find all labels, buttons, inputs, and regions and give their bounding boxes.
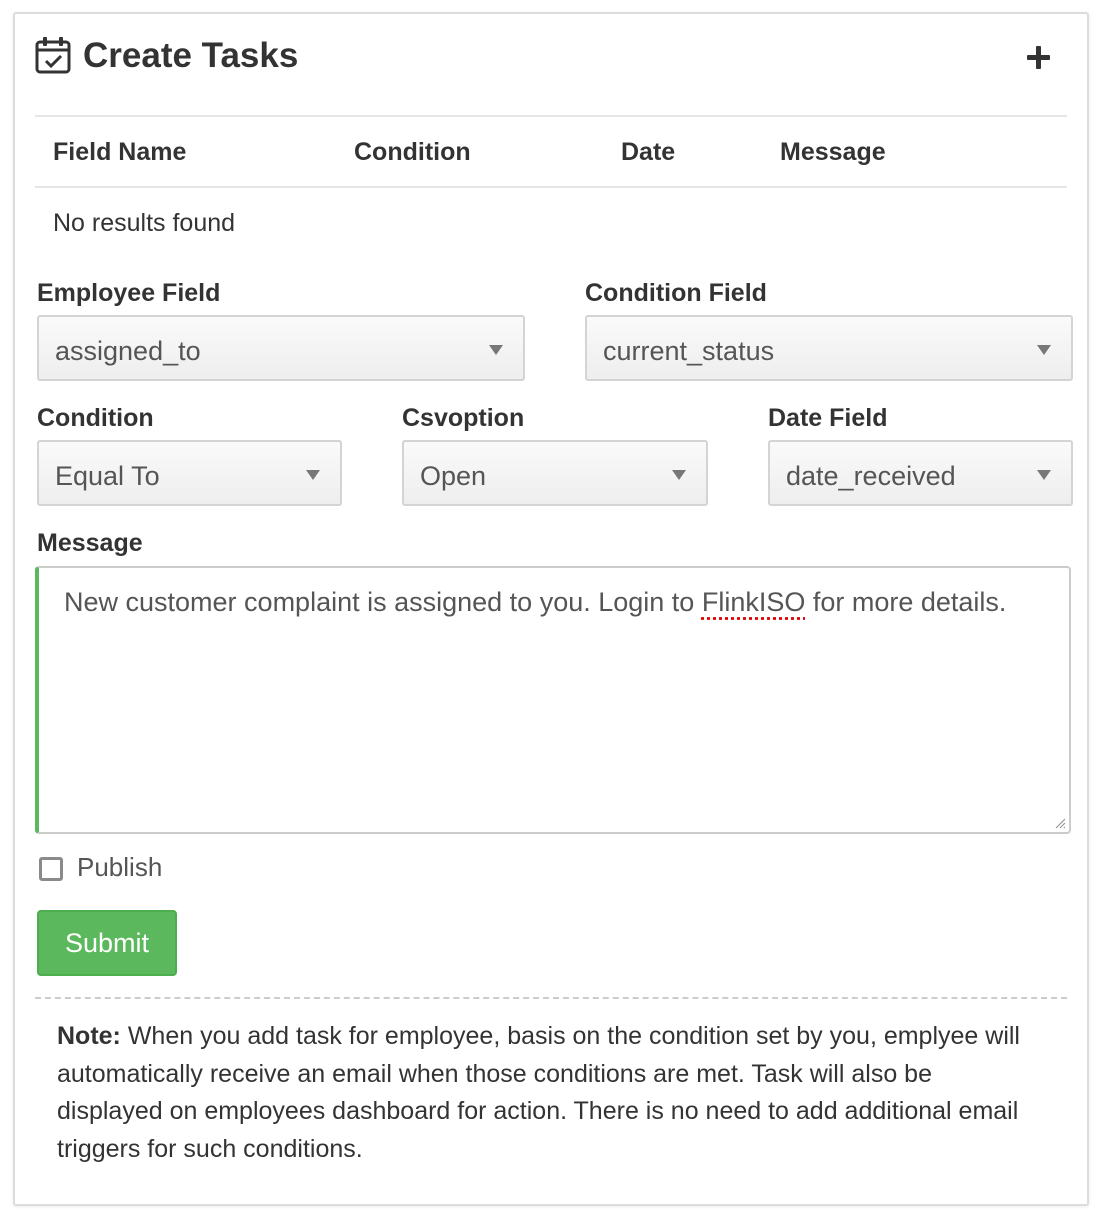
column-header-field-name: Field Name bbox=[53, 138, 187, 166]
note-text: Note: When you add task for employee, ba… bbox=[57, 1022, 1020, 1163]
chevron-down-icon bbox=[672, 470, 686, 480]
message-text: New customer complaint is assigned to yo… bbox=[64, 587, 1007, 617]
chevron-down-icon bbox=[1037, 470, 1051, 480]
message-label: Message bbox=[37, 529, 143, 557]
date-field-select[interactable]: date_received bbox=[768, 440, 1073, 506]
date-field-value: date_received bbox=[786, 461, 956, 491]
panel-header: Create Tasks bbox=[35, 32, 1067, 82]
table-header-divider bbox=[35, 186, 1067, 188]
chevron-down-icon bbox=[489, 345, 503, 355]
submit-button[interactable]: Submit bbox=[37, 910, 177, 976]
condition-field-value: current_status bbox=[603, 336, 775, 366]
employee-field-value: assigned_to bbox=[55, 336, 201, 366]
column-header-condition: Condition bbox=[354, 138, 471, 166]
chevron-down-icon bbox=[306, 470, 320, 480]
publish-label[interactable]: Publish bbox=[77, 852, 162, 883]
csvoption-select[interactable]: Open bbox=[402, 440, 708, 506]
date-field-label: Date Field bbox=[768, 404, 888, 432]
spellcheck-flagged-word: FlinkISO bbox=[701, 587, 806, 617]
calendar-check-icon bbox=[35, 37, 71, 74]
panel-title: Create Tasks bbox=[83, 36, 299, 75]
condition-select[interactable]: Equal To bbox=[37, 440, 342, 506]
chevron-down-icon bbox=[1037, 345, 1051, 355]
column-header-message: Message bbox=[780, 138, 886, 166]
condition-field-select[interactable]: current_status bbox=[585, 315, 1073, 381]
column-header-date: Date bbox=[621, 138, 676, 166]
csvoption-label: Csvoption bbox=[402, 404, 525, 432]
header-divider bbox=[35, 115, 1067, 117]
create-tasks-panel: Create Tasks Field Name Condition Date M… bbox=[13, 12, 1089, 1206]
employee-field-label: Employee Field bbox=[37, 279, 221, 307]
add-task-button[interactable] bbox=[1023, 42, 1053, 72]
employee-field-select[interactable]: assigned_to bbox=[37, 315, 525, 381]
csvoption-value: Open bbox=[420, 461, 487, 491]
publish-checkbox[interactable] bbox=[39, 857, 63, 881]
table-empty-message: No results found bbox=[53, 209, 236, 237]
condition-field-label: Condition Field bbox=[585, 279, 767, 307]
condition-label: Condition bbox=[37, 404, 154, 432]
condition-value: Equal To bbox=[55, 461, 160, 491]
message-textarea[interactable]: New customer complaint is assigned to yo… bbox=[35, 566, 1071, 834]
note-divider bbox=[35, 997, 1067, 999]
resize-handle-icon[interactable] bbox=[1054, 817, 1066, 829]
